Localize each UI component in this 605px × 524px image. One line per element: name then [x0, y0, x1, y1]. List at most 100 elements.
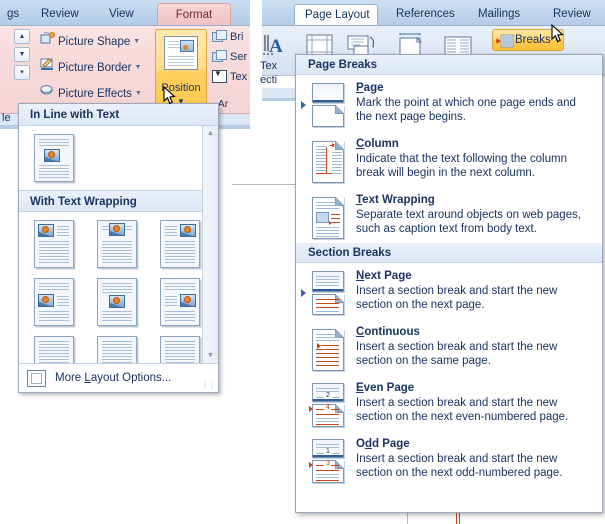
page-thumbnail — [160, 278, 200, 326]
picture-shape-command[interactable]: Picture Shape ▼ — [40, 32, 140, 48]
menu-item-continuous[interactable]: Continuous Insert a section break and st… — [296, 319, 602, 375]
position-button-label: Position — [161, 82, 201, 94]
menu-item-description: Indicate that the text following the col… — [356, 153, 567, 179]
tab-mailings[interactable]: Mailings — [468, 4, 530, 26]
menu-item-description: Separate text around objects on web page… — [356, 209, 582, 235]
menu-item-title: Column — [356, 138, 399, 150]
gallery-row — [19, 126, 218, 184]
picture-effects-command[interactable]: Picture Effects ▼ — [40, 84, 142, 100]
right-tab-strip: Page Layout References Mailings Review — [262, 0, 605, 26]
gallery-section-header-inline: In Line with Text — [19, 104, 218, 126]
page-thumbnail — [97, 220, 137, 268]
gallery-item-square-middle-left[interactable] — [29, 276, 83, 328]
breaks-button[interactable]: Breaks ▼ — [492, 29, 564, 51]
send-to-back-label: Ser — [230, 51, 248, 63]
text-direction-label-2: ecti — [260, 74, 278, 86]
menu-item-title: Even Page — [356, 382, 415, 394]
gallery-item-in-line-with-text[interactable] — [29, 132, 83, 184]
position-gallery-dropdown[interactable]: In Line with Text With Text Wrapping ▲ ▼… — [18, 103, 219, 393]
tab-references[interactable]: References — [386, 4, 465, 26]
chevron-down-icon: ▼ — [134, 90, 142, 97]
more-layout-options-button[interactable]: More Layout Options... ⋮⋮ — [19, 363, 218, 392]
menu-item-description: Insert a section break and start the new… — [356, 397, 569, 423]
gallery-more-button[interactable]: ▾ — [14, 65, 30, 80]
send-to-back-command[interactable]: Ser — [212, 50, 258, 63]
menu-item-title: Continuous — [356, 326, 420, 338]
gallery-item-square-middle-center[interactable] — [92, 276, 146, 328]
menu-item-description: Insert a section break and start the new… — [356, 341, 558, 367]
breaks-icon — [496, 34, 514, 48]
tab-review[interactable]: Review — [32, 3, 88, 26]
menu-item-page[interactable]: Page Mark the point at which one page en… — [296, 75, 602, 131]
menu-item-title: Next Page — [356, 270, 412, 282]
breaks-button-label: Breaks — [515, 34, 551, 46]
page-thumbnail — [34, 134, 74, 182]
scroll-down-icon[interactable]: ▼ — [203, 348, 218, 363]
left-edge-label: le — [2, 112, 11, 124]
picture-border-icon — [40, 58, 58, 74]
gallery-scroll-up-button[interactable]: ▲ — [14, 29, 30, 44]
layout-options-icon — [27, 369, 46, 387]
drop-cap-icon[interactable]: A — [260, 32, 296, 62]
tab-gs[interactable]: gs — [0, 3, 28, 26]
gallery-row — [19, 212, 218, 270]
menu-item-description: Mark the point at which one page ends an… — [356, 97, 576, 123]
bring-to-front-icon — [212, 30, 227, 42]
breaks-dropdown-menu[interactable]: Page Breaks Page Mark the point at which… — [295, 54, 603, 513]
tab-view[interactable]: View — [100, 3, 143, 26]
gallery-scroll-buttons: ▲ ▼ ▾ — [14, 29, 30, 83]
menu-item-odd-page[interactable]: 1 3 Odd Page Insert a section break and … — [296, 431, 602, 487]
page-thumbnail — [160, 220, 200, 268]
picture-effects-label: Picture Effects — [58, 88, 132, 100]
menu-section-header-page-breaks: Page Breaks — [296, 55, 602, 75]
even-page-break-icon: 2 4 — [309, 383, 350, 429]
format-ribbon-panel: gs Review View Format ▲ ▼ ▾ Picture Shap… — [0, 0, 250, 420]
picture-border-command[interactable]: Picture Border ▼ — [40, 58, 141, 74]
text-wrapping-label: Tex — [230, 71, 248, 83]
menu-item-column[interactable]: Column Indicate that the text following … — [296, 131, 602, 187]
arrange-commands: Bri Ser Tex — [212, 30, 258, 90]
bring-to-front-command[interactable]: Bri — [212, 30, 258, 43]
send-to-back-icon — [212, 50, 227, 62]
page-thumbnail — [97, 278, 137, 326]
selection-marker-icon — [301, 289, 306, 297]
tab-page-layout[interactable]: Page Layout — [294, 4, 378, 26]
chevron-down-icon: ▼ — [134, 64, 142, 71]
column-break-icon — [310, 139, 350, 185]
menu-item-text-wrapping[interactable]: Text Wrapping Separate text around objec… — [296, 187, 602, 243]
more-layout-options-label: More Layout Options... — [55, 372, 172, 384]
menu-item-title: Page — [356, 82, 384, 94]
odd-page-break-icon: 1 3 — [309, 439, 350, 485]
resize-grip-icon[interactable]: ⋮⋮ — [201, 381, 216, 390]
picture-shape-label: Picture Shape — [58, 36, 131, 48]
gallery-scrollbar[interactable]: ▲ ▼ — [202, 126, 218, 363]
menu-section-header-section-breaks: Section Breaks — [296, 243, 602, 263]
gallery-scroll-down-button[interactable]: ▼ — [14, 47, 30, 62]
gallery-item-square-top-left[interactable] — [29, 218, 83, 270]
gallery-item-square-middle-right[interactable] — [155, 276, 209, 328]
position-icon — [164, 36, 198, 70]
gallery-item-square-top-right[interactable] — [155, 218, 209, 270]
text-wrapping-command[interactable]: Tex — [212, 70, 258, 83]
menu-item-next-page[interactable]: Next Page Insert a section break and sta… — [296, 263, 602, 319]
bring-to-front-label: Bri — [230, 31, 244, 43]
chevron-down-icon: ▼ — [133, 38, 141, 45]
gallery-item-square-top-center[interactable] — [92, 218, 146, 270]
chevron-down-icon: ▼ — [553, 36, 562, 45]
text-wrapping-break-icon — [310, 195, 350, 241]
menu-item-title: Text Wrapping — [356, 194, 435, 206]
menu-item-even-page[interactable]: 2 4 Even Page Insert a section break and… — [296, 375, 602, 431]
tab-review[interactable]: Review — [543, 4, 601, 26]
selection-marker-icon — [301, 101, 306, 109]
page-layout-panel: Page Layout References Mailings Review A — [232, 0, 605, 524]
menu-item-description: Insert a section break and start the new… — [356, 453, 563, 479]
page-break-icon — [310, 83, 350, 129]
next-page-break-icon — [310, 271, 350, 317]
left-tab-strip: gs Review View Format — [0, 0, 250, 26]
gallery-section-header-wrapping: With Text Wrapping — [19, 190, 218, 212]
menu-item-title: Odd Page — [356, 438, 410, 450]
scroll-up-icon[interactable]: ▲ — [203, 126, 218, 141]
gallery-row — [19, 270, 218, 328]
tab-format[interactable]: Format — [157, 3, 231, 26]
picture-border-label: Picture Border — [58, 62, 132, 74]
